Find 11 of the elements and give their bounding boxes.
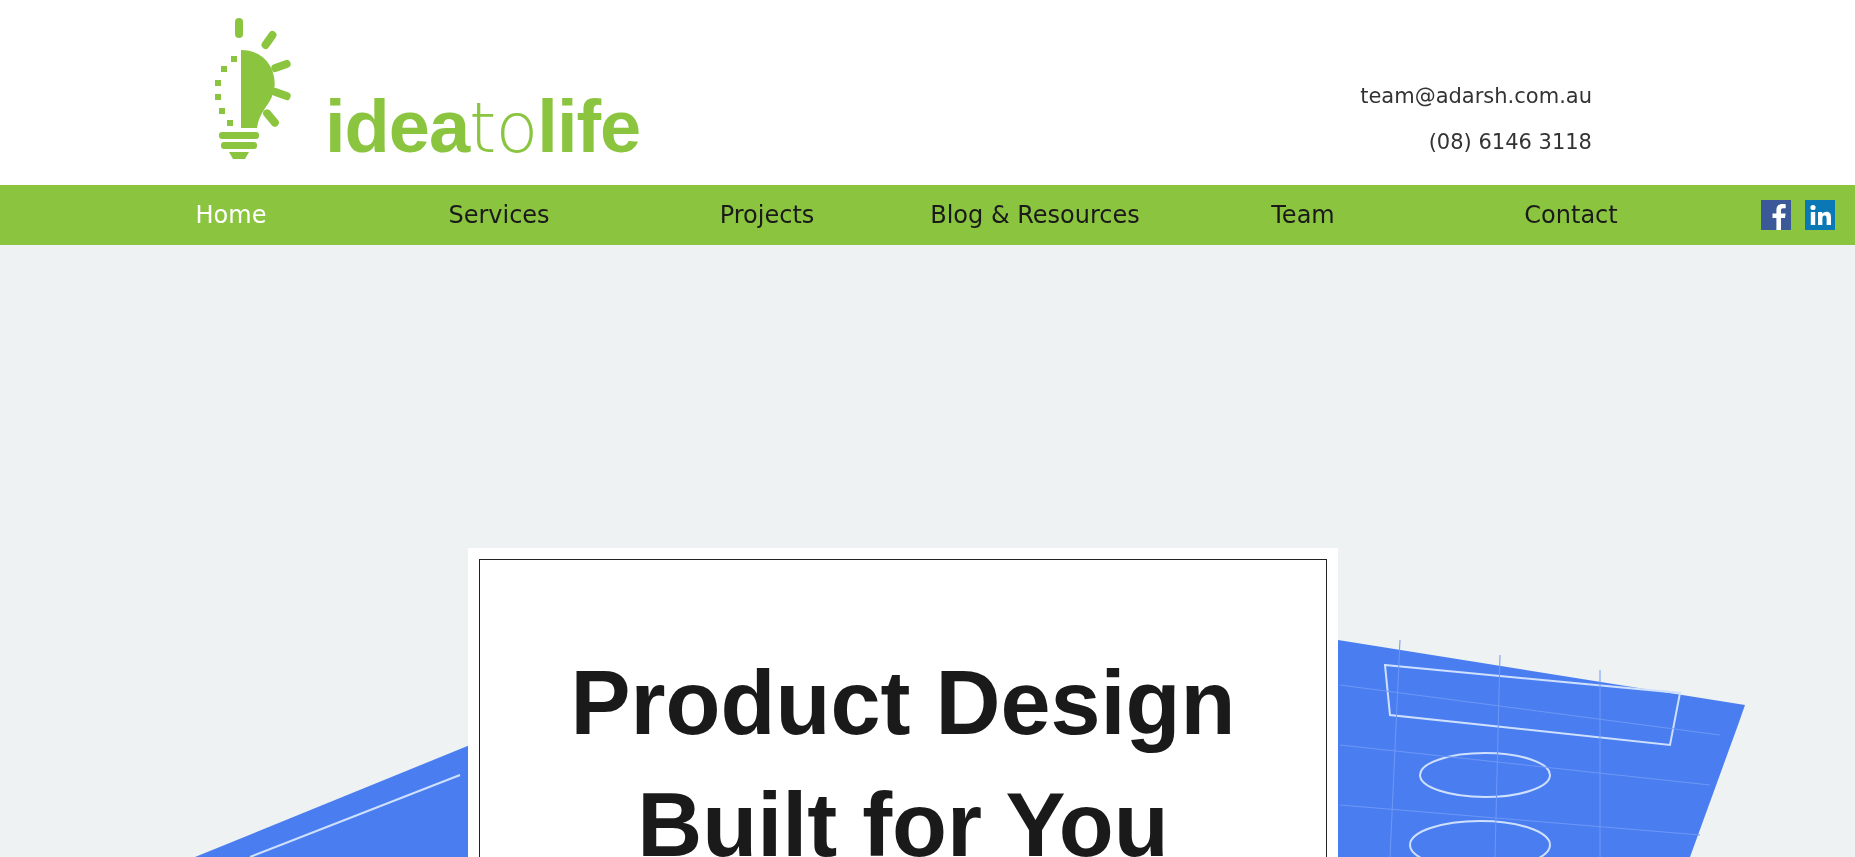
nav-link[interactable]: Services — [365, 201, 633, 229]
nav-link[interactable]: Projects — [633, 201, 901, 229]
nav-link[interactable]: Blog & Resources — [901, 201, 1169, 229]
hero-title: Built for You — [637, 774, 1169, 857]
email-text: team@adarsh.com.au — [1360, 84, 1592, 108]
phone-text: (08) 6146 3118 — [1428, 130, 1592, 154]
nav-link[interactable]: Team — [1169, 201, 1437, 229]
linkedin-icon[interactable] — [1805, 200, 1835, 230]
facebook-icon[interactable] — [1761, 200, 1791, 230]
nav-link[interactable]: Contact — [1437, 201, 1705, 229]
hero-title: Product Design — [570, 652, 1236, 755]
